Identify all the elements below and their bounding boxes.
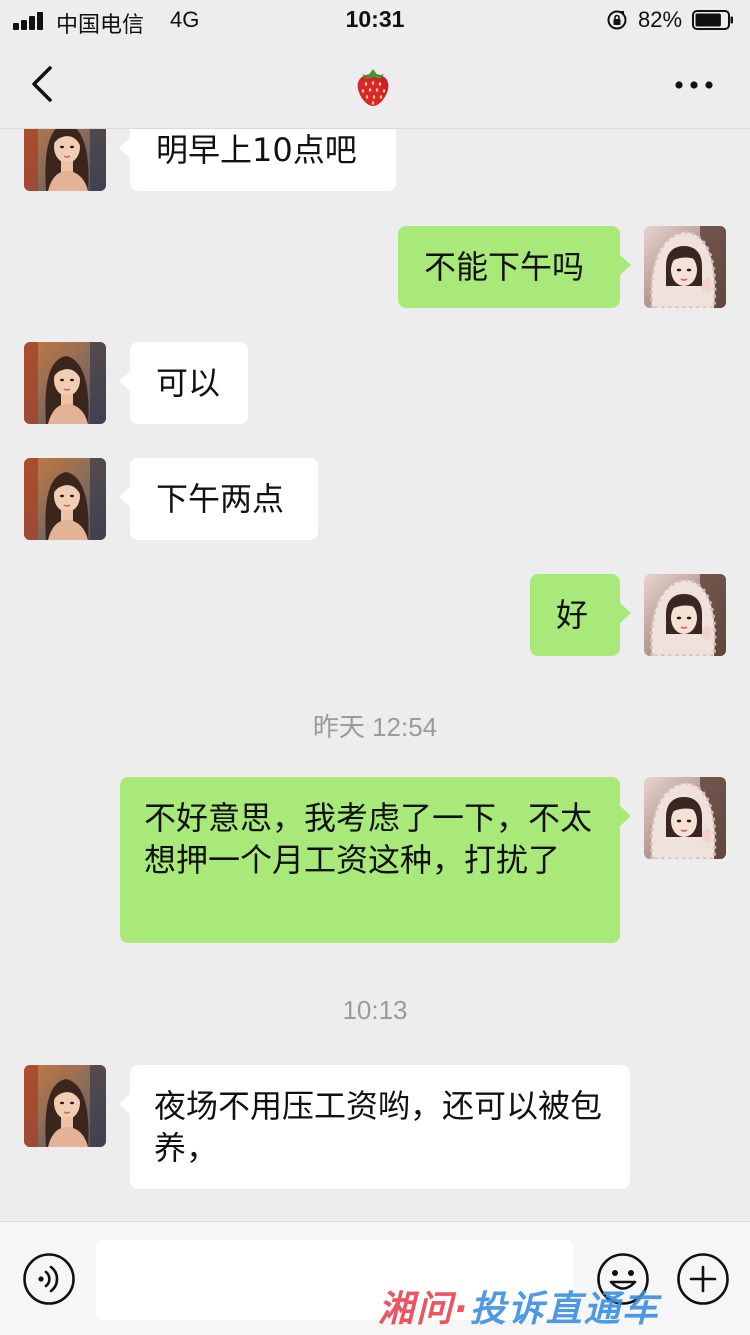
message-bubble[interactable]: 好 [530, 574, 631, 656]
strawberry-icon [357, 69, 389, 106]
battery-percent: 82% [638, 7, 683, 32]
battery-icon [692, 10, 733, 30]
rotation-lock-icon [607, 10, 627, 30]
message-bubble[interactable]: 明早上10点吧 [119, 129, 396, 191]
chat-history[interactable]: 明早上10点吧 不能下午吗 可以 下午两点 好 昨天 12:54 不好意思，我考… [0, 129, 750, 1221]
contact-avatar[interactable] [24, 1065, 106, 1147]
chat-timestamp: 昨天 12:54 [312, 712, 438, 742]
nav-bar [0, 40, 750, 129]
message-bubble[interactable]: 可以 [119, 342, 248, 424]
user-avatar[interactable] [644, 574, 726, 656]
voice-icon[interactable] [22, 1252, 76, 1306]
more-dots-icon[interactable] [674, 80, 714, 90]
chat-timestamp: 10:13 [342, 995, 408, 1025]
contact-avatar[interactable] [24, 342, 106, 424]
message-bubble[interactable]: 不好意思，我考虑了一下，不太想押一个月工资这种，打扰了 [120, 777, 631, 943]
message-bubble[interactable]: 夜场不用压工资哟，还可以被包养， [119, 1065, 630, 1189]
plus-icon[interactable] [676, 1252, 730, 1306]
message-bubble[interactable]: 不能下午吗 [398, 226, 631, 308]
chevron-left-icon[interactable] [28, 64, 58, 104]
contact-avatar[interactable] [24, 129, 106, 191]
contact-avatar[interactable] [24, 458, 106, 540]
user-avatar[interactable] [644, 777, 726, 859]
message-bubble[interactable]: 下午两点 [119, 458, 318, 540]
watermark-logo: 湘问·投诉直通车 [378, 1289, 660, 1330]
status-bar: 中国电信 4G 10:31 82% [0, 0, 750, 40]
user-avatar[interactable] [644, 226, 726, 308]
